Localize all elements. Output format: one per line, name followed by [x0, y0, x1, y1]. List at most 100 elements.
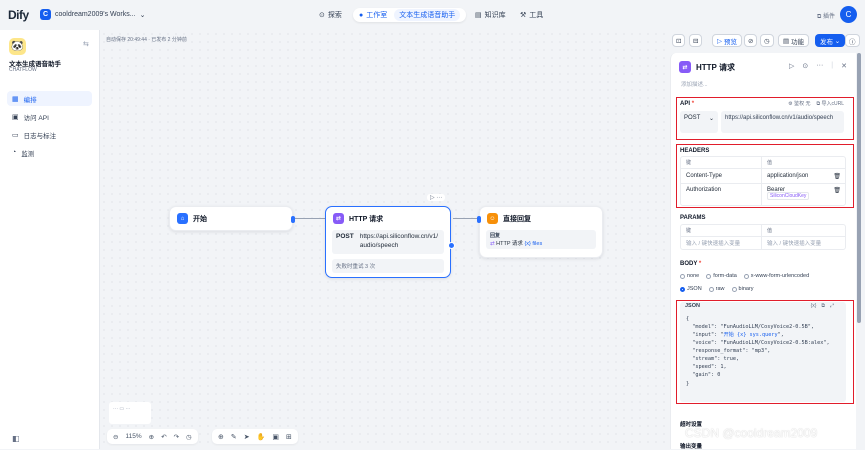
nav-studio[interactable]: ● 工作室 文本生成语音助手	[353, 8, 467, 22]
note-icon[interactable]: ✎	[231, 433, 237, 441]
json-highlight	[676, 300, 854, 404]
history-icon[interactable]: ◷	[186, 433, 192, 441]
zoom-in-icon[interactable]: ⊕	[149, 433, 154, 441]
close-panel-button[interactable]: ⓘ	[845, 34, 860, 47]
more-icon[interactable]: ···	[436, 195, 442, 201]
close-icon[interactable]: ✕	[841, 62, 847, 70]
autosave-status: 自动保存 20:49:44 · 已发布 2 分钟前	[106, 37, 187, 43]
top-bar: Dify C cooldream2009's Works... ⌄ ⊙ 探索 ●…	[0, 0, 865, 30]
table-row: Authorization Bearer SiliconCloudKey 🗑	[681, 183, 845, 205]
publish-button[interactable]: 发布 ⌄	[815, 34, 846, 47]
features-button[interactable]: ▤ 功能	[778, 34, 810, 47]
monitor-icon: ◔	[12, 149, 17, 156]
body-type-json[interactable]: JSON	[680, 286, 702, 292]
expand-sidebar-icon[interactable]: ◧	[12, 434, 20, 443]
history-button[interactable]: ◷	[760, 34, 774, 47]
auth-button[interactable]: ⚙ 鉴权 无	[788, 100, 810, 107]
nav-knowledge[interactable]: ▤ 知识库	[475, 8, 506, 22]
url-input[interactable]: https://api.siliconflow.cn/v1/audio/spee…	[721, 111, 844, 133]
sidebar-item-orchestrate[interactable]: ▦ 编排	[7, 91, 92, 106]
current-app-breadcrumb[interactable]: 文本生成语音助手	[394, 9, 461, 21]
minimap[interactable]: ··· ▭ ···	[109, 402, 151, 424]
header-key[interactable]: Content-Type	[681, 169, 762, 183]
dify-logo[interactable]: Dify	[8, 8, 29, 22]
sidebar: 🐼 ⇆ 文本生成语音助手 CHATFLOW ▦ 编排 ▣ 访问 API ▭ 日志…	[0, 30, 100, 449]
trash-icon[interactable]: 🗑	[833, 187, 841, 194]
export-icon[interactable]: ▣	[272, 433, 279, 441]
sidebar-item-api[interactable]: ▣ 访问 API	[7, 109, 92, 124]
plugins-button[interactable]: ⧉ 插件	[817, 11, 835, 21]
panel-scrollbar[interactable]	[857, 53, 861, 323]
start-node-title: 开始	[193, 215, 207, 223]
layout-icon: ▦	[12, 95, 19, 103]
header-value[interactable]: application/json 🗑	[762, 169, 845, 183]
workspace-switcher[interactable]: C cooldream2009's Works... ⌄	[40, 9, 145, 20]
body-type-form-data[interactable]: form-data	[706, 273, 737, 279]
body-type-urlencoded[interactable]: x-www-form-urlencoded	[743, 273, 809, 279]
redo-icon[interactable]: ↷	[174, 433, 179, 441]
vars-button[interactable]: ⊟	[689, 34, 703, 47]
method-select[interactable]: POST ⌄	[680, 111, 718, 133]
home-icon: ⌂	[177, 213, 188, 224]
http-request-node[interactable]: ⇄ HTTP 请求 POST https://api.siliconflow.c…	[325, 206, 455, 278]
play-icon: ▷	[717, 37, 722, 45]
checklist-button[interactable]: ⊘	[744, 34, 758, 47]
key-column: 键	[681, 225, 762, 236]
more-icon[interactable]: ···	[816, 62, 823, 70]
start-node[interactable]: ⌂ 开始	[169, 206, 295, 231]
value-column: 值	[767, 160, 773, 166]
collapse-icon[interactable]: ⇆	[83, 40, 89, 48]
answer-node[interactable]: ☺ 直接回复 回复 ⇄ HTTP 请求 {x} files	[477, 206, 603, 258]
avatar[interactable]: C	[840, 6, 857, 23]
variable-chip: SiliconCloudKey	[767, 192, 810, 200]
api-icon: ▣	[12, 113, 19, 121]
undo-icon[interactable]: ↶	[161, 433, 166, 441]
play-icon[interactable]: ▷	[430, 195, 435, 201]
sidebar-item-monitor[interactable]: ◔ 监测	[7, 145, 92, 160]
canvas-tools: ⊕ ✎ ➤ ✋ ▣ ⊞	[212, 429, 298, 444]
panel-title[interactable]: HTTP 请求	[696, 62, 735, 73]
reply-icon: ☺	[487, 213, 498, 224]
nav-tools[interactable]: ⚒ 工具	[520, 8, 543, 22]
run-icon[interactable]: ▷	[789, 62, 794, 70]
file-icon: ▭	[12, 131, 19, 139]
nav-tools-label: 工具	[529, 12, 544, 19]
preview-button[interactable]: ▷ 预览	[712, 34, 742, 47]
zoom-out-icon[interactable]: ⊖	[113, 433, 118, 441]
retry-info: 失败时重试 3 次	[332, 258, 444, 273]
param-value-input[interactable]: 输入 / 键快速插入变量	[762, 237, 845, 249]
radio-label: JSON	[687, 286, 702, 292]
http-node-add-handle[interactable]	[448, 242, 455, 249]
nav-explore[interactable]: ⊙ 探索	[319, 8, 342, 22]
answer-node-title: 直接回复	[503, 215, 531, 223]
preview-label: 预览	[724, 38, 737, 46]
node-actions[interactable]: ▷ ···	[427, 194, 446, 201]
body-type-none[interactable]: none	[680, 273, 699, 279]
tool-icon: ⚒	[520, 12, 527, 19]
sidebar-item-logs[interactable]: ▭ 日志与标注	[7, 127, 92, 142]
description-input[interactable]: 添加描述...	[681, 80, 708, 88]
param-key-input[interactable]: 输入 / 键快速插入变量	[681, 237, 762, 249]
import-curl-button[interactable]: ⧉ 导入cURL	[817, 100, 844, 107]
body-type-raw[interactable]: raw	[708, 286, 725, 292]
env-button[interactable]: ⊡	[672, 34, 686, 47]
radio-label: form-data	[713, 273, 737, 279]
zoom-level[interactable]: 115%	[125, 433, 141, 440]
panel-actions: ▷ ⊙ ··· | ✕	[789, 62, 847, 70]
hand-icon[interactable]: ✋	[257, 433, 266, 441]
workflow-canvas[interactable]: 自动保存 20:49:44 · 已发布 2 分钟前 ⌂ 开始 ⇄ HTTP 请求…	[100, 30, 669, 449]
answer-node-handle[interactable]	[477, 216, 481, 223]
header-value[interactable]: Bearer SiliconCloudKey 🗑	[762, 184, 845, 205]
zoom-toolbar: ⊖ 115% ⊕ ↶ ↷ ◷	[107, 429, 198, 444]
header-key[interactable]: Authorization	[681, 184, 762, 205]
help-icon[interactable]: ⊙	[802, 62, 808, 70]
body-type-row-1: none form-data x-www-form-urlencoded	[680, 273, 809, 279]
params-table: 键值 输入 / 键快速插入变量 输入 / 键快速插入变量	[680, 224, 846, 250]
add-node-icon[interactable]: ⊕	[218, 433, 224, 441]
workspace-name: cooldream2009's Works...	[55, 11, 136, 18]
layout-icon[interactable]: ⊞	[286, 433, 292, 441]
pointer-icon[interactable]: ➤	[244, 433, 250, 441]
compass-icon: ⊙	[319, 12, 325, 19]
body-type-binary[interactable]: binary	[731, 286, 754, 292]
trash-icon[interactable]: 🗑	[833, 173, 841, 180]
